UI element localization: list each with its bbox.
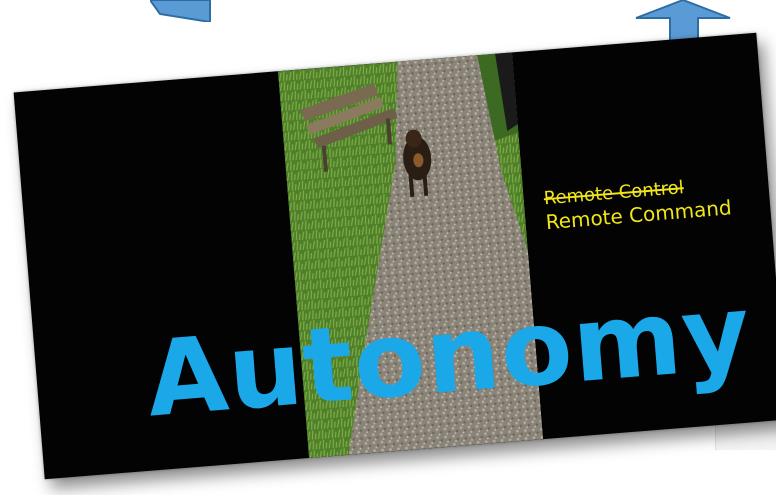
headline: Autonomy	[142, 270, 756, 441]
left-arrow-icon	[150, 0, 211, 22]
page-background: Remote Control Remote Command Autonomy	[0, 0, 776, 495]
slide: Remote Control Remote Command Autonomy	[13, 32, 776, 480]
